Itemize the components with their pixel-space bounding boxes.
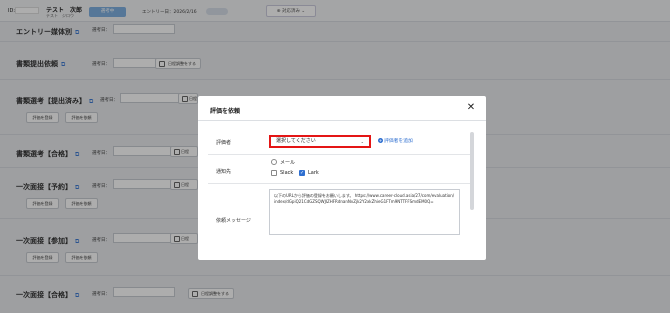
evaluator-label: 評価者	[216, 140, 232, 146]
modal-header-divider	[198, 120, 486, 121]
request-evaluation-modal: 評価を依頼 ✕ 評価者 選択してください ⌄ + 評価者を追加 通知先 メール S…	[198, 96, 486, 260]
add-evaluator-link[interactable]: + 評価者を追加	[378, 137, 413, 144]
evaluator-select[interactable]: 選択してください ⌄	[269, 135, 371, 148]
modal-scrollbar[interactable]	[470, 132, 474, 210]
close-icon[interactable]: ✕	[465, 102, 477, 114]
notify-slack-label: Slack	[280, 170, 294, 176]
chevron-down-icon: ⌄	[360, 139, 364, 144]
notify-slack-checkbox[interactable]	[271, 170, 277, 176]
evaluator-select-value: 選択してください	[276, 138, 316, 144]
message-textarea[interactable]: 以下のURLから評価の登録をお願いします。 https://www.career…	[269, 189, 460, 235]
message-label: 依頼メッセージ	[216, 218, 251, 224]
notify-lark-label: Lark	[308, 170, 319, 176]
notify-label: 通知先	[216, 169, 232, 175]
notify-mail-label: メール	[280, 160, 296, 166]
modal-title: 評価を依頼	[210, 108, 241, 115]
row-divider	[208, 183, 470, 184]
notify-lark-checkbox[interactable]: ✓	[299, 170, 305, 176]
plus-icon: +	[378, 138, 383, 143]
notify-mail-radio[interactable]	[271, 159, 277, 165]
row-divider	[208, 154, 470, 155]
